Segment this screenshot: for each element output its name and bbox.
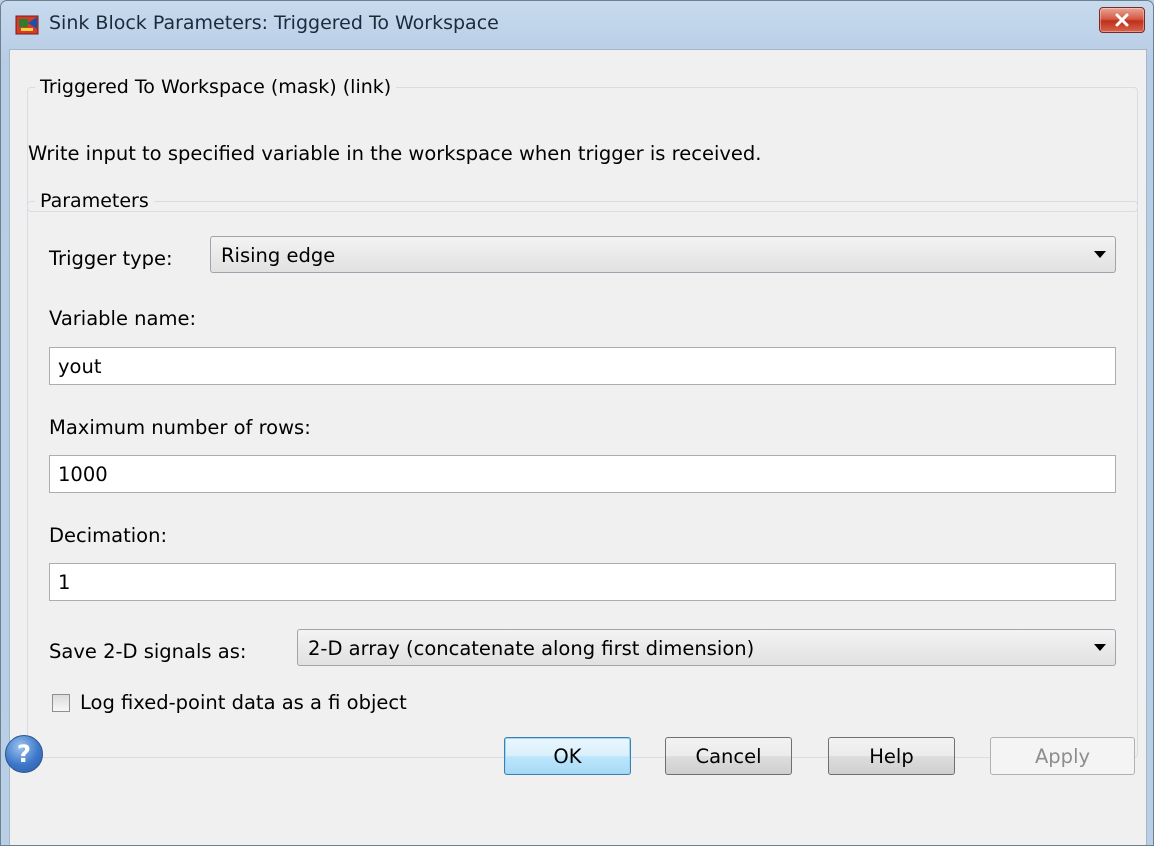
description-legend: Triggered To Workspace (mask) (link) [40, 76, 392, 98]
help-icon[interactable]: ? [5, 735, 43, 773]
simulink-block-icon [15, 15, 39, 35]
variable-name-field[interactable] [50, 348, 1115, 384]
chevron-down-icon [1094, 251, 1106, 258]
title-bar[interactable]: Sink Block Parameters: Triggered To Work… [1, 1, 1153, 49]
log-fixed-point-checkbox[interactable] [52, 694, 70, 712]
block-description: Write input to specified variable in the… [28, 142, 762, 165]
help-button[interactable]: Help [828, 737, 955, 775]
parameters-legend: Parameters [40, 190, 149, 212]
trigger-type-value: Rising edge [221, 244, 336, 267]
variable-name-field-wrap [49, 347, 1116, 385]
max-rows-label: Maximum number of rows: [49, 416, 311, 439]
window-title: Sink Block Parameters: Triggered To Work… [49, 12, 499, 34]
trigger-type-dropdown[interactable]: Rising edge [210, 236, 1116, 273]
dialog-body: Triggered To Workspace (mask) (link) Wri… [5, 49, 1147, 845]
trigger-type-label: Trigger type: [49, 247, 173, 270]
save-2d-label: Save 2-D signals as: [49, 640, 247, 663]
chevron-down-icon [1094, 644, 1106, 651]
max-rows-field-wrap [49, 455, 1116, 493]
close-button[interactable] [1099, 7, 1145, 33]
variable-name-label: Variable name: [49, 307, 197, 330]
decimation-label: Decimation: [49, 524, 168, 547]
close-icon [1115, 13, 1129, 27]
decimation-field-wrap [49, 563, 1116, 601]
save-2d-value: 2-D array (concatenate along first dimen… [308, 637, 755, 660]
decimation-field[interactable] [50, 564, 1115, 600]
dialog-window: Sink Block Parameters: Triggered To Work… [0, 0, 1154, 846]
apply-button[interactable]: Apply [990, 737, 1135, 775]
ok-button[interactable]: OK [504, 737, 631, 775]
cancel-button[interactable]: Cancel [665, 737, 792, 775]
max-rows-field[interactable] [50, 456, 1115, 492]
save-2d-dropdown[interactable]: 2-D array (concatenate along first dimen… [297, 629, 1116, 666]
log-fixed-point-label[interactable]: Log fixed-point data as a fi object [80, 691, 407, 714]
